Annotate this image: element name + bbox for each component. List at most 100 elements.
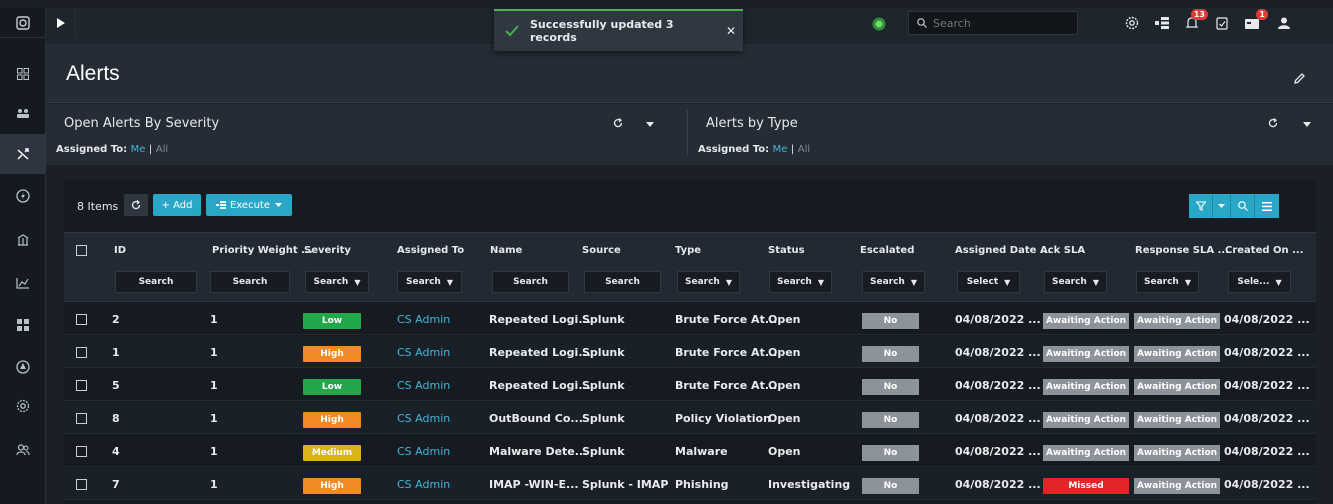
assigned-to-filter: Assigned To: Me | All (698, 144, 810, 155)
assigned-me-link[interactable]: Me (773, 144, 788, 155)
filter-ack-sla[interactable]: Search ▼ (1044, 271, 1107, 293)
global-search-input[interactable] (933, 16, 1063, 30)
caret-down-icon[interactable] (646, 118, 654, 131)
table-row[interactable]: 2 1 Low CS Admin Repeated Logi... Splunk Brute… (64, 303, 1316, 335)
response-sla-badge: Awaiting Action (1134, 478, 1220, 494)
dashboard-icon[interactable] (0, 54, 46, 94)
global-search-box[interactable] (908, 11, 1078, 35)
queue-icon[interactable] (1152, 13, 1172, 33)
assigned-all-link[interactable]: All (798, 144, 810, 155)
cell-status: Open (768, 412, 801, 425)
filter-type[interactable]: Search ▼ (677, 271, 740, 293)
analytics-icon[interactable] (0, 263, 46, 303)
caret-down-icon[interactable] (1303, 118, 1311, 131)
filter-assigned-to[interactable]: Search ▼ (397, 271, 462, 293)
cell-type: Brute Force At... (675, 379, 778, 392)
column-header-response-sla[interactable]: Response SLA ... (1135, 245, 1229, 256)
settings-gear-icon[interactable] (0, 386, 46, 426)
escalated-badge: No (862, 346, 919, 362)
column-header-ack-sla[interactable]: Ack SLA (1040, 245, 1085, 256)
row-checkbox[interactable] (76, 446, 87, 457)
column-header-name[interactable]: Name (490, 245, 522, 256)
table-row[interactable]: 4 1 Medium CS Admin Malware Dete... Splunk Mal… (64, 435, 1316, 467)
alerts-icon[interactable] (0, 134, 46, 174)
ack-sla-badge: Missed (1043, 478, 1129, 494)
modules-icon[interactable] (0, 305, 46, 345)
row-checkbox[interactable] (76, 314, 87, 325)
column-header-severity[interactable]: Severity (304, 245, 351, 256)
connectors-icon[interactable] (0, 347, 46, 387)
cell-type: Policy Violation (675, 412, 771, 425)
user-profile-icon[interactable] (1274, 13, 1294, 33)
execute-button[interactable]: Execute (206, 194, 292, 216)
column-header-priority-weight[interactable]: Priority Weight ... (212, 245, 313, 256)
filter-source[interactable]: Search (584, 271, 661, 293)
filter-assigned-date[interactable]: Select ▼ (957, 271, 1020, 293)
cell-assigned-to[interactable]: CS Admin (397, 445, 450, 458)
filter-id[interactable]: Search (115, 271, 197, 293)
severity-badge: Medium (303, 445, 361, 461)
notifications-badge: 13 (1190, 9, 1208, 20)
column-header-type[interactable]: Type (675, 245, 701, 256)
row-checkbox[interactable] (76, 380, 87, 391)
column-header-status[interactable]: Status (768, 245, 805, 256)
app-window: 13 1 Successfully updated 3 records ✕ Al… (0, 0, 1333, 504)
row-checkbox[interactable] (76, 413, 87, 424)
cell-assigned-to[interactable]: CS Admin (397, 379, 450, 392)
select-all-checkbox[interactable] (76, 245, 87, 256)
table-row[interactable]: 1 1 High CS Admin Repeated Logi... Splunk Brut… (64, 336, 1316, 368)
assigned-all-link[interactable]: All (156, 144, 168, 155)
cell-assigned-to[interactable]: CS Admin (397, 313, 450, 326)
filter-options-button[interactable] (1213, 194, 1231, 218)
column-header-id[interactable]: ID (114, 245, 126, 256)
cell-created-on: 04/08/2022 ... (1224, 445, 1310, 458)
filter-priority-weight[interactable]: Search (210, 271, 290, 293)
refresh-icon[interactable] (613, 118, 623, 131)
edit-pencil-icon[interactable] (1294, 69, 1305, 88)
widget-open-alerts-by-severity: Open Alerts By Severity Assigned To: Me … (46, 104, 687, 165)
filter-name[interactable]: Search (492, 271, 569, 293)
filter-created-on[interactable]: Sele... ▼ (1228, 271, 1291, 293)
cell-assigned-to[interactable]: CS Admin (397, 478, 450, 491)
cell-id: 7 (112, 478, 120, 491)
filter-response-sla[interactable]: Search ▼ (1136, 271, 1199, 293)
toast-close-button[interactable]: ✕ (719, 24, 743, 38)
users-icon[interactable] (0, 430, 46, 470)
filter-severity[interactable]: Search ▼ (305, 271, 369, 293)
add-button[interactable]: + Add (153, 194, 201, 216)
row-checkbox[interactable] (76, 347, 87, 358)
table-row[interactable]: 7 1 High CS Admin IMAP -WIN-E... Splunk - IMA… (64, 468, 1316, 500)
cell-assigned-to[interactable]: CS Admin (397, 412, 450, 425)
logo-icon[interactable] (0, 8, 46, 38)
filter-status[interactable]: Search ▼ (769, 271, 832, 293)
column-header-escalated[interactable]: Escalated (860, 245, 914, 256)
search-icon (1237, 201, 1248, 211)
assigned-me-link[interactable]: Me (131, 144, 146, 155)
resources-icon[interactable] (0, 220, 46, 260)
cell-assigned-to[interactable]: CS Admin (397, 346, 450, 359)
clipboard-icon[interactable] (1212, 13, 1232, 33)
settings-icon[interactable] (1122, 13, 1142, 33)
column-header-created-on[interactable]: Created On ... (1225, 245, 1304, 256)
filter-button[interactable] (1189, 194, 1213, 218)
table-row[interactable]: 5 1 Low CS Admin Repeated Logi... Splunk Brute… (64, 369, 1316, 401)
refresh-icon[interactable] (1268, 118, 1278, 131)
table-row[interactable]: 8 1 High CS Admin OutBound Co... Splunk Policy… (64, 402, 1316, 434)
expand-menu-button[interactable] (46, 8, 76, 38)
grid-search-button[interactable] (1231, 194, 1255, 218)
incidents-icon[interactable] (0, 94, 46, 134)
column-header-assigned-to[interactable]: Assigned To (397, 245, 464, 256)
ack-sla-badge: Awaiting Action (1043, 346, 1129, 362)
column-header-assigned-date[interactable]: Assigned Date ... (955, 245, 1051, 256)
column-header-source[interactable]: Source (582, 245, 621, 256)
system-status-icon[interactable] (872, 16, 886, 31)
automation-icon[interactable] (0, 176, 46, 216)
tasks-icon[interactable]: 1 (1242, 9, 1268, 33)
notifications-bell-icon[interactable]: 13 (1182, 9, 1208, 33)
filter-escalated[interactable]: Search ▼ (862, 271, 925, 293)
row-checkbox[interactable] (76, 479, 87, 490)
alerts-grid: 8 Items + Add Execute ID Priority Weight… (64, 180, 1316, 504)
grid-menu-button[interactable] (1255, 194, 1279, 218)
cell-source: Splunk (582, 412, 625, 425)
grid-refresh-button[interactable] (124, 194, 148, 216)
